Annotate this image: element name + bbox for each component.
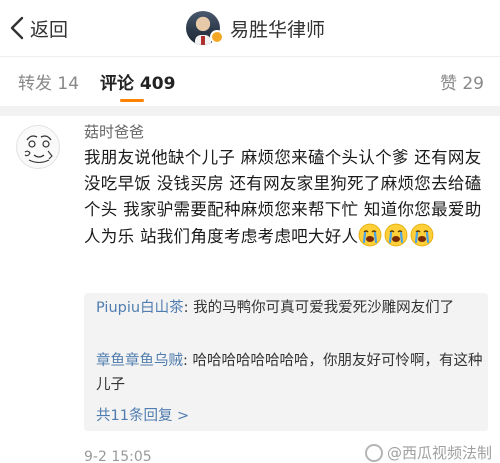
reply-author[interactable]: 章鱼章鱼乌贼 <box>96 353 183 369</box>
profile-title[interactable]: 易胜华律师 <box>186 10 325 46</box>
back-label: 返回 <box>30 18 69 41</box>
replies-box: Piupiu白山茶: 我的马鸭你可真可爱我爱死沙雕网友们了 章鱼章鱼乌贼: 哈哈… <box>84 293 488 431</box>
reply-text: 我的马鸭你可真可爱我爱死沙雕网友们了 <box>193 300 455 316</box>
section-divider <box>0 106 500 116</box>
watermark: @西瓜视频法制 <box>364 442 492 463</box>
crying-face-icon <box>384 223 408 247</box>
crying-face-icon <box>358 223 382 247</box>
reply-item[interactable]: Piupiu白山茶: 我的马鸭你可真可爱我爱死沙雕网友们了 <box>96 296 484 320</box>
commenter-username[interactable]: 菇时爸爸 <box>84 121 144 142</box>
tab-like[interactable]: 赞 29 <box>440 69 484 94</box>
reply-author[interactable]: Piupiu白山茶 <box>96 300 184 316</box>
reply-colon: : <box>183 353 193 369</box>
doodle-face-icon <box>24 135 53 163</box>
commenter-avatar[interactable] <box>16 125 60 169</box>
page-title: 易胜华律师 <box>230 18 326 41</box>
comment-timestamp: 9-2 15:05 <box>84 449 152 463</box>
tab-bar: 转发 14 评论 409 赞 29 <box>0 57 500 107</box>
top-navbar: 返回 易胜华律师 <box>0 0 500 56</box>
comment-body: 我朋友说他缺个儿子 麻烦您来磕个头认个爹 还有网友没吃早饭 没钱买房 还有网友家… <box>84 145 488 250</box>
chevron-left-icon <box>10 16 24 40</box>
tab-active-indicator <box>120 99 144 102</box>
back-button[interactable]: 返回 <box>8 12 68 44</box>
more-replies-link[interactable]: 共11条回复 > <box>96 404 189 425</box>
tab-comment[interactable]: 评论 409 <box>100 69 175 94</box>
emoji-row <box>358 223 436 247</box>
watermark-text: @西瓜视频法制 <box>386 444 492 462</box>
crying-face-icon <box>410 223 434 247</box>
watermark-logo-icon <box>364 443 383 462</box>
verified-badge-icon <box>210 30 224 44</box>
reply-colon: : <box>183 300 194 316</box>
reply-item[interactable]: 章鱼章鱼乌贼: 哈哈哈哈哈哈哈哈，你朋友好可怜啊，有这种儿子 <box>96 349 484 397</box>
tab-repost[interactable]: 转发 14 <box>18 69 79 94</box>
